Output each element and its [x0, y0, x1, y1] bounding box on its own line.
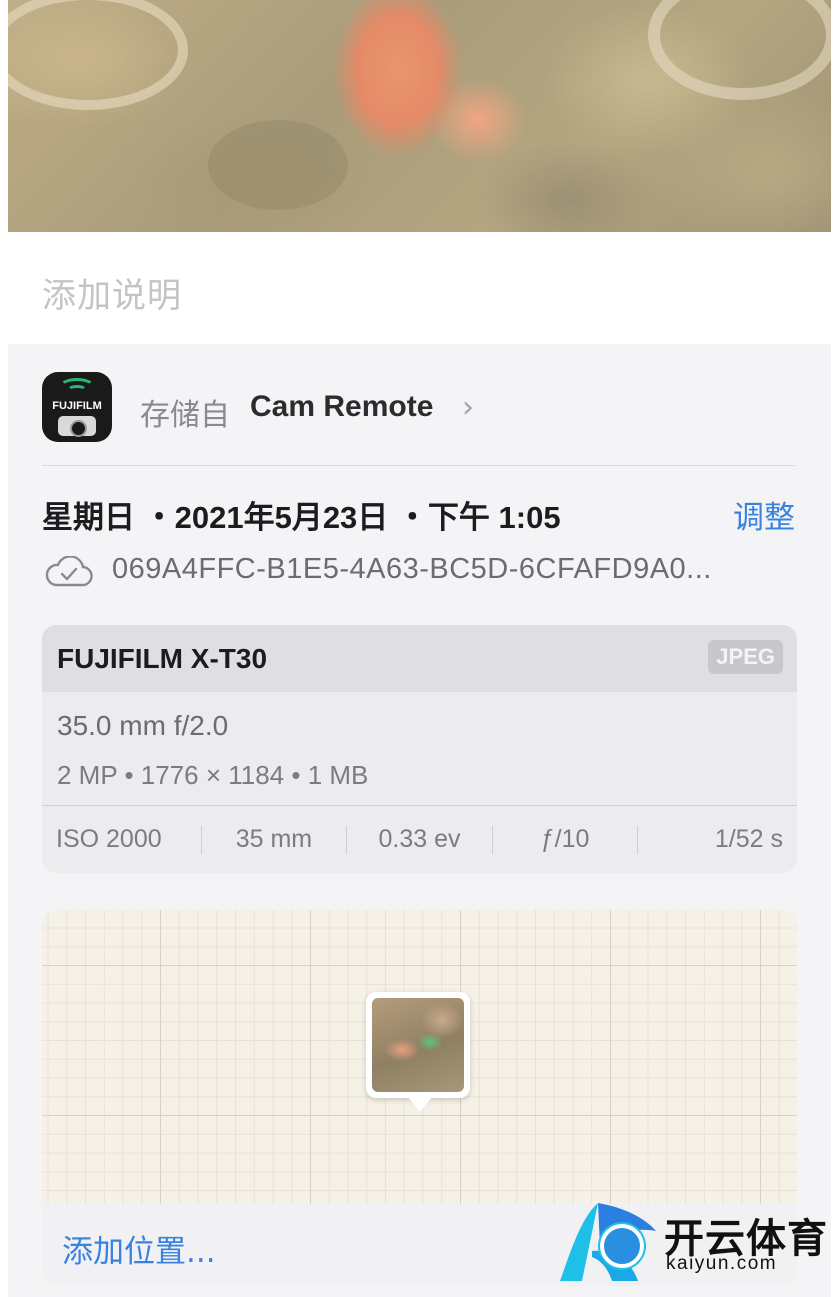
add-caption-field[interactable]: 添加说明	[42, 268, 182, 317]
image-specs: 2 MP • 1776 × 1184 • 1 MB	[57, 760, 369, 790]
format-badge: JPEG	[708, 640, 783, 674]
soccer-ball-icon	[600, 1224, 644, 1268]
source-app-link[interactable]: Cam Remote	[250, 390, 433, 424]
exif-stats-row: ISO 2000 35 mm 0.33 ev ƒ/10 1/52 s	[42, 806, 797, 873]
divider	[42, 465, 795, 466]
aperture-value: ƒ/10	[540, 825, 590, 853]
camera-glyph-icon	[58, 416, 96, 437]
capture-datetime: 星期日 ・2021年5月23日 ・下午 1:05	[42, 500, 561, 535]
chevron-right-icon[interactable]: ›	[462, 390, 474, 425]
lens-info: 35.0 mm f/2.0	[57, 710, 229, 741]
saved-from-label: 存储自	[140, 398, 230, 433]
fujifilm-app-icon: FUJIFILM	[42, 372, 112, 442]
photo-preview[interactable]	[8, 0, 831, 232]
camera-model: FUJIFILM X-T30	[57, 643, 268, 674]
file-identifier: 069A4FFC-B1E5-4A63-BC5D-6CFAFD9A0...	[112, 553, 712, 585]
adjust-button[interactable]: 调整	[733, 492, 795, 537]
watermark-brand-en: kaiyun.com	[666, 1253, 778, 1274]
exposure-bias-value: 0.33 ev	[378, 825, 461, 853]
pin-thumbnail	[372, 998, 464, 1092]
icloud-check-icon	[45, 556, 93, 587]
shutter-speed-value: 1/52 s	[714, 825, 783, 853]
iso-value: ISO 2000	[56, 825, 162, 853]
add-location-button[interactable]: 添加位置...	[62, 1226, 216, 1271]
exif-card: FUJIFILM X-T30 JPEG 35.0 mm f/2.0 2 MP •…	[42, 625, 797, 873]
exif-header: FUJIFILM X-T30 JPEG	[42, 625, 797, 692]
app-icon-brand: FUJIFILM	[52, 400, 102, 412]
map-photo-pin[interactable]	[366, 992, 470, 1112]
focal-length-value: 35 mm	[235, 825, 313, 853]
